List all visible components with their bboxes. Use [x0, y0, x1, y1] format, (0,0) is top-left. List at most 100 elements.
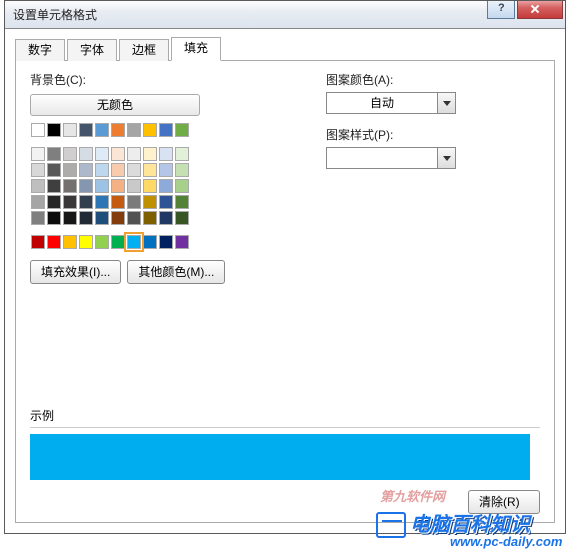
- no-color-button[interactable]: 无颜色: [30, 94, 200, 116]
- color-swatch[interactable]: [63, 163, 77, 177]
- color-swatch[interactable]: [31, 179, 45, 193]
- color-swatch[interactable]: [95, 123, 109, 137]
- color-swatch[interactable]: [79, 235, 93, 249]
- color-swatch[interactable]: [143, 179, 157, 193]
- swatch-row: [30, 122, 290, 138]
- color-swatch[interactable]: [95, 179, 109, 193]
- color-swatch[interactable]: [47, 163, 61, 177]
- color-swatch[interactable]: [127, 211, 141, 225]
- color-swatch[interactable]: [111, 195, 125, 209]
- color-swatch[interactable]: [47, 123, 61, 137]
- swatch-row: [30, 146, 290, 162]
- color-swatch[interactable]: [127, 147, 141, 161]
- color-swatch[interactable]: [175, 179, 189, 193]
- chevron-down-icon[interactable]: [437, 93, 455, 113]
- dialog-title: 设置单元格格式: [13, 6, 97, 23]
- color-swatch[interactable]: [63, 147, 77, 161]
- color-swatch[interactable]: [111, 235, 125, 249]
- color-swatch[interactable]: [47, 195, 61, 209]
- color-swatch[interactable]: [111, 179, 125, 193]
- background-color-label: 背景色(C):: [30, 71, 290, 88]
- color-swatch[interactable]: [111, 211, 125, 225]
- color-swatch[interactable]: [143, 235, 157, 249]
- color-swatch[interactable]: [175, 195, 189, 209]
- color-palette: [30, 122, 290, 250]
- color-swatch[interactable]: [143, 211, 157, 225]
- fill-effects-button[interactable]: 填充效果(I)...: [30, 260, 121, 284]
- color-swatch[interactable]: [143, 123, 157, 137]
- color-swatch[interactable]: [63, 179, 77, 193]
- color-swatch[interactable]: [175, 147, 189, 161]
- chevron-down-icon[interactable]: [437, 148, 455, 168]
- color-swatch[interactable]: [79, 195, 93, 209]
- color-swatch[interactable]: [111, 147, 125, 161]
- pattern-section: 图案颜色(A): 自动 图案样式(P):: [326, 71, 546, 169]
- color-swatch[interactable]: [95, 147, 109, 161]
- color-swatch[interactable]: [31, 147, 45, 161]
- clear-button[interactable]: 清除(R): [468, 490, 540, 514]
- color-swatch[interactable]: [47, 211, 61, 225]
- color-swatch[interactable]: [63, 211, 77, 225]
- help-button[interactable]: [487, 1, 515, 19]
- color-swatch[interactable]: [79, 163, 93, 177]
- color-swatch[interactable]: [127, 123, 141, 137]
- example-preview: [30, 434, 530, 480]
- tab-font[interactable]: 字体: [67, 39, 117, 61]
- color-swatch[interactable]: [31, 195, 45, 209]
- color-swatch[interactable]: [159, 235, 173, 249]
- color-swatch[interactable]: [47, 179, 61, 193]
- color-swatch[interactable]: [63, 123, 77, 137]
- color-swatch[interactable]: [143, 195, 157, 209]
- example-label: 示例: [30, 409, 54, 423]
- color-swatch[interactable]: [175, 235, 189, 249]
- pattern-color-combo[interactable]: 自动: [326, 92, 456, 114]
- tab-number[interactable]: 数字: [15, 39, 65, 61]
- color-swatch[interactable]: [111, 123, 125, 137]
- titlebar[interactable]: 设置单元格格式: [5, 1, 565, 29]
- color-swatch[interactable]: [159, 123, 173, 137]
- watermark-text-3: www.pc-daily.com: [450, 534, 562, 549]
- color-swatch[interactable]: [47, 147, 61, 161]
- color-swatch[interactable]: [127, 195, 141, 209]
- color-swatch[interactable]: [159, 179, 173, 193]
- color-swatch[interactable]: [95, 195, 109, 209]
- color-swatch[interactable]: [95, 211, 109, 225]
- color-swatch[interactable]: [79, 147, 93, 161]
- color-swatch[interactable]: [31, 123, 45, 137]
- pattern-style-combo[interactable]: [326, 147, 456, 169]
- color-swatch[interactable]: [127, 235, 141, 249]
- color-swatch[interactable]: [95, 163, 109, 177]
- color-swatch[interactable]: [63, 235, 77, 249]
- swatch-row: [30, 162, 290, 178]
- color-swatch[interactable]: [159, 147, 173, 161]
- color-swatch[interactable]: [159, 195, 173, 209]
- color-swatch[interactable]: [31, 211, 45, 225]
- color-swatch[interactable]: [143, 147, 157, 161]
- color-swatch[interactable]: [111, 163, 125, 177]
- swatch-row: [30, 194, 290, 210]
- color-swatch[interactable]: [175, 163, 189, 177]
- tab-fill[interactable]: 填充: [171, 37, 221, 61]
- color-swatch[interactable]: [175, 123, 189, 137]
- color-swatch[interactable]: [79, 123, 93, 137]
- color-swatch[interactable]: [79, 179, 93, 193]
- color-swatch[interactable]: [143, 163, 157, 177]
- color-swatch[interactable]: [31, 235, 45, 249]
- pattern-style-label: 图案样式(P):: [326, 126, 546, 143]
- dialog-body: 数字 字体 边框 填充 背景色(C): 无颜色 填充效果(I)... 其他颜色(…: [5, 29, 565, 533]
- close-button[interactable]: [517, 1, 563, 19]
- color-swatch[interactable]: [127, 163, 141, 177]
- color-swatch[interactable]: [159, 211, 173, 225]
- color-swatch[interactable]: [175, 211, 189, 225]
- color-swatch[interactable]: [63, 195, 77, 209]
- other-colors-button[interactable]: 其他颜色(M)...: [127, 260, 225, 284]
- color-swatch[interactable]: [159, 163, 173, 177]
- pattern-style-value: [327, 148, 437, 168]
- color-swatch[interactable]: [31, 163, 45, 177]
- pattern-color-label: 图案颜色(A):: [326, 71, 546, 88]
- color-swatch[interactable]: [79, 211, 93, 225]
- color-swatch[interactable]: [47, 235, 61, 249]
- color-swatch[interactable]: [127, 179, 141, 193]
- tab-border[interactable]: 边框: [119, 39, 169, 61]
- color-swatch[interactable]: [95, 235, 109, 249]
